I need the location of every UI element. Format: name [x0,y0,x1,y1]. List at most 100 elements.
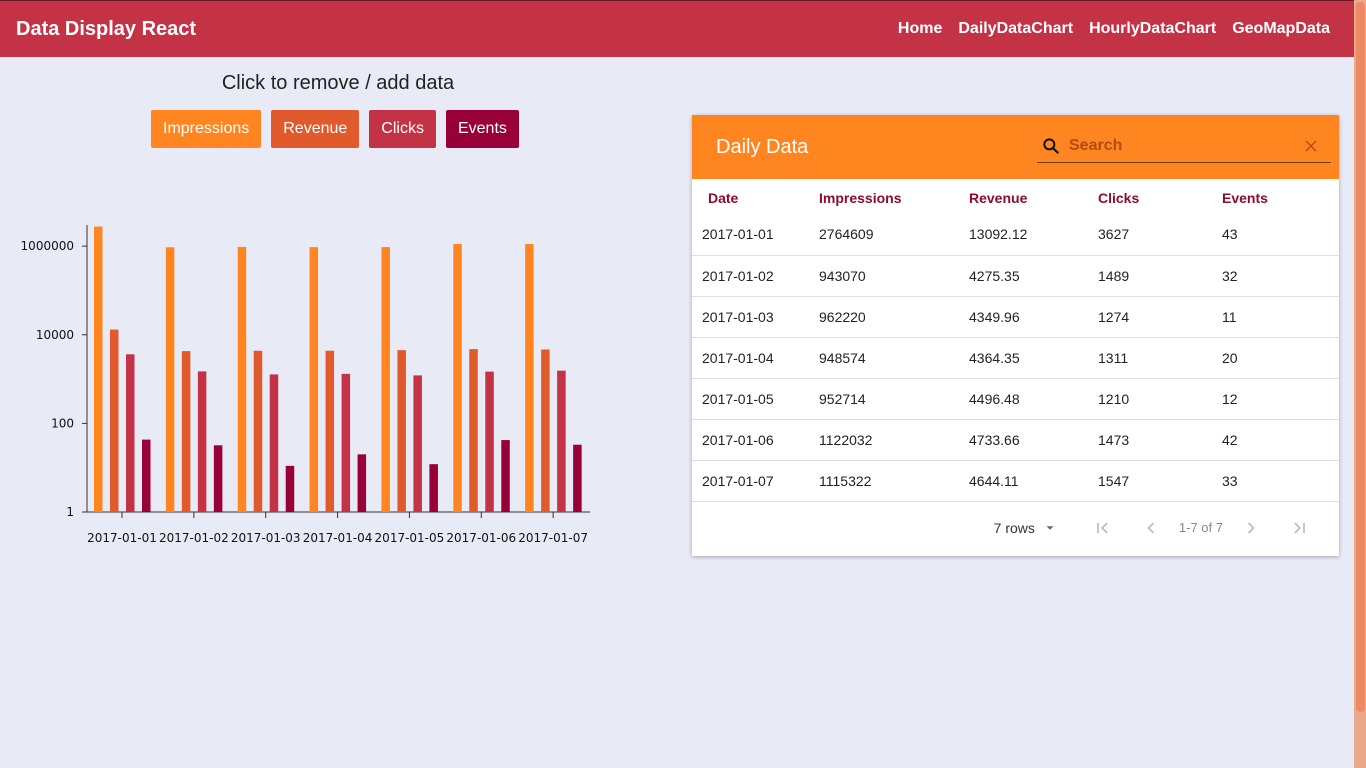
x-tick-label: 2017-01-02 [159,531,229,545]
toggle-clicks-button[interactable]: Clicks [369,110,436,148]
x-tick-label: 2017-01-01 [87,531,157,545]
cell-clicks: 1274 [1098,296,1222,338]
bar-impressions [94,226,103,512]
previous-page-icon[interactable] [1141,518,1161,538]
bar-clicks [413,375,422,512]
cell-date: 2017-01-06 [692,419,819,461]
bar-events [142,439,151,512]
card-title: Daily Data [716,135,809,158]
cell-revenue: 4644.11 [969,460,1098,502]
x-tick-label: 2017-01-03 [231,531,301,545]
column-header-impressions[interactable]: Impressions [819,179,969,214]
cell-revenue: 4349.96 [969,296,1098,338]
x-tick-label: 2017-01-07 [518,531,588,545]
search-input[interactable] [1069,136,1301,155]
y-tick-label: 100 [51,416,74,430]
cell-revenue: 4364.35 [969,337,1098,379]
bar-clicks [126,354,135,512]
dropdown-arrow-icon [1046,525,1054,530]
next-page-icon[interactable] [1241,518,1261,538]
bar-revenue [253,350,263,512]
bar-clicks [485,371,494,512]
app-bar: Data Display React Home DailyDataChart H… [0,0,1354,57]
bar-impressions [381,247,390,513]
table-row: 2017-01-06 1122032 4733.66 1473 42 [692,419,1339,461]
bar-events [573,444,582,512]
daily-data-card: Daily Data Date Impressions Revenue Clic… [692,115,1339,556]
cell-date: 2017-01-04 [692,337,819,379]
bar-clicks [341,373,351,512]
column-header-revenue[interactable]: Revenue [969,179,1098,214]
cell-impressions: 952714 [819,378,969,420]
cell-revenue: 4275.35 [969,255,1098,297]
cell-clicks: 1489 [1098,255,1222,297]
bar-clicks [269,374,279,512]
column-header-events[interactable]: Events [1222,179,1339,214]
nav-home[interactable]: Home [898,20,942,38]
daily-data-table: Date Impressions Revenue Clicks Events 2… [692,179,1339,502]
bar-impressions [453,243,462,513]
bar-revenue [325,350,335,512]
search-icon [1043,137,1059,154]
cell-revenue: 4733.66 [969,419,1098,461]
table-row: 2017-01-03 962220 4349.96 1274 11 [692,296,1339,338]
rows-per-page-value: 7 rows [993,519,1035,536]
bar-revenue [541,349,550,512]
cell-events: 32 [1222,255,1339,297]
page-range: 1-7 of 7 [1178,520,1223,535]
table-row: 2017-01-01 2764609 13092.12 3627 43 [692,214,1339,256]
table-row: 2017-01-07 1115322 4644.11 1547 33 [692,460,1339,502]
bar-revenue [181,351,191,512]
search-box [1037,129,1331,163]
y-tick-label: 10000 [36,328,74,342]
table-pagination: 7 rows 1-7 of 7 [692,502,1339,554]
cell-impressions: 2764609 [819,214,969,256]
toggle-events-button[interactable]: Events [445,110,519,148]
cell-date: 2017-01-03 [692,296,819,338]
series-toggle-group: Impressions Revenue Clicks Events [151,110,519,148]
bar-impressions [309,247,319,513]
nav-geo-map-data[interactable]: GeoMapData [1232,20,1330,38]
nav-hourly-data-chart[interactable]: HourlyDataChart [1089,20,1216,38]
bar-events [501,440,510,512]
column-header-clicks[interactable]: Clicks [1098,179,1222,214]
cell-clicks: 1547 [1098,460,1222,502]
x-tick-label: 2017-01-06 [446,531,516,545]
cell-revenue: 4496.48 [969,378,1098,420]
cell-impressions: 962220 [819,296,969,338]
table-row: 2017-01-04 948574 4364.35 1311 20 [692,337,1339,379]
cell-events: 43 [1222,214,1339,256]
cell-date: 2017-01-01 [692,214,819,256]
cell-clicks: 1311 [1098,337,1222,379]
nav-daily-data-chart[interactable]: DailyDataChart [958,20,1073,38]
cell-events: 20 [1222,337,1339,379]
clear-search-icon[interactable] [1301,136,1321,156]
first-page-icon[interactable] [1093,518,1113,538]
last-page-icon[interactable] [1289,518,1309,538]
x-tick-label: 2017-01-05 [375,531,445,545]
cell-impressions: 1115322 [819,460,969,502]
cell-events: 11 [1222,296,1339,338]
page-scrollbar-thumb[interactable] [1356,2,1365,712]
cell-events: 42 [1222,419,1339,461]
bar-events [357,454,367,512]
x-tick-label: 2017-01-04 [303,531,373,545]
toggle-impressions-button[interactable]: Impressions [151,110,262,148]
bar-events [285,465,295,512]
bar-revenue [469,349,478,512]
cell-clicks: 3627 [1098,214,1222,256]
column-header-date[interactable]: Date [692,179,819,214]
bar-clicks [557,370,566,512]
bar-impressions [165,247,175,512]
table-row: 2017-01-05 952714 4496.48 1210 12 [692,378,1339,420]
table-header-row: Date Impressions Revenue Clicks Events [692,179,1339,214]
cell-clicks: 1210 [1098,378,1222,420]
cell-events: 12 [1222,378,1339,420]
cell-impressions: 1122032 [819,419,969,461]
bar-events [429,464,438,512]
chart-instruction: Click to remove / add data [221,72,455,94]
toggle-revenue-button[interactable]: Revenue [271,110,360,148]
app-title[interactable]: Data Display React [16,18,196,41]
cell-events: 33 [1222,460,1339,502]
rows-per-page-select[interactable]: 7 rows [994,520,1057,536]
